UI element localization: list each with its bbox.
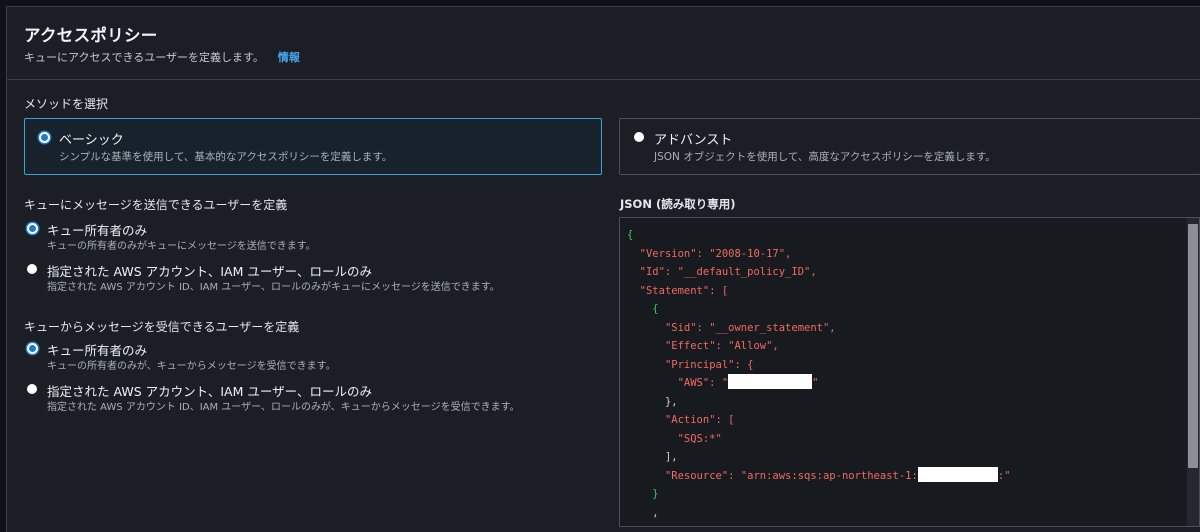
json-line: } — [652, 488, 659, 500]
json-line: "Action": [ — [664, 414, 735, 426]
radio-receive-specified-icon[interactable] — [27, 384, 37, 394]
json-line: "Id": "__default_policy_ID", — [639, 266, 817, 278]
radio-receive-owner-checked-icon[interactable] — [27, 343, 38, 354]
send-section-label: キューにメッセージを送信できるユーザーを定義 — [24, 198, 288, 212]
redacted-account-id — [728, 374, 813, 389]
info-link[interactable]: 情報 — [278, 51, 300, 64]
method-basic-card[interactable]: ベーシック シンプルな基準を使用して、基本的なアクセスポリシーを定義します。 — [24, 118, 602, 175]
method-advanced-label: アドバンスト — [654, 133, 733, 148]
json-line: :" — [997, 469, 1011, 482]
json-line: "Principal": { — [664, 358, 754, 371]
radio-basic-checked-icon[interactable] — [39, 132, 50, 143]
method-advanced-description: JSON オブジェクトを使用して、高度なアクセスポリシーを定義します。 — [654, 151, 996, 163]
json-scroll-thumb[interactable] — [1188, 224, 1198, 468]
method-advanced-card[interactable]: アドバンスト JSON オブジェクトを使用して、高度なアクセスポリシーを定義しま… — [619, 118, 1200, 175]
json-line: "Version": "2008-10-17", — [639, 247, 792, 260]
json-readonly-editor[interactable]: { "Version": "2008-10-17", "Id": "__defa… — [619, 217, 1200, 527]
page-subtitle: キューにアクセスできるユーザーを定義します。 情報 — [24, 49, 300, 65]
page-title: アクセスポリシー — [24, 26, 158, 45]
radio-advanced-icon[interactable] — [634, 132, 644, 142]
method-basic-label: ベーシック — [59, 133, 124, 148]
subtitle-text: キューにアクセスできるユーザーを定義します。 — [24, 51, 264, 64]
send-owner-description: キューの所有者のみがキューにメッセージを送信できます。 — [47, 241, 316, 252]
json-line: "Statement": [ — [639, 284, 729, 297]
json-code: { "Version": "2008-10-17", "Id": "__defa… — [627, 226, 1010, 522]
redacted-account-id — [917, 466, 998, 482]
access-policy-panel: アクセスポリシー キューにアクセスできるユーザーを定義します。 情報 メソッドを選… — [6, 6, 1200, 532]
receive-specified-description: 指定された AWS アカウント ID、IAM ユーザー、ロールのみが、キューから… — [47, 402, 520, 413]
method-section-label: メソッドを選択 — [24, 97, 109, 111]
json-title: JSON (読み取り専用) — [620, 197, 736, 211]
json-line: "Sid": "__owner_statement", — [664, 321, 836, 334]
json-line: }, — [664, 395, 678, 408]
json-line: "Effect": "Allow", — [664, 340, 779, 352]
receive-section-label: キューからメッセージを受信できるユーザーを定義 — [24, 320, 300, 334]
json-line: " — [812, 377, 819, 389]
json-line: { — [652, 303, 659, 315]
json-line: "AWS": " — [677, 377, 729, 389]
json-line: { — [627, 229, 634, 241]
json-line: , — [652, 506, 659, 519]
receive-owner-description: キューの所有者のみが、キューからメッセージを受信できます。 — [47, 361, 336, 372]
radio-send-owner-checked-icon[interactable] — [27, 223, 38, 234]
json-line: ], — [664, 451, 678, 463]
panel-header: アクセスポリシー キューにアクセスできるユーザーを定義します。 情報 — [7, 7, 1200, 80]
json-line: "Resource": "arn:aws:sqs:ap-northeast-1: — [664, 469, 918, 482]
send-specified-description: 指定された AWS アカウント ID、IAM ユーザー、ロールのみがキューにメッ… — [47, 282, 500, 293]
json-line: "SQS:*" — [677, 432, 722, 445]
radio-send-specified-icon[interactable] — [27, 264, 37, 274]
method-basic-description: シンプルな基準を使用して、基本的なアクセスポリシーを定義します。 — [59, 151, 393, 163]
json-scrollbar[interactable] — [1187, 218, 1199, 526]
